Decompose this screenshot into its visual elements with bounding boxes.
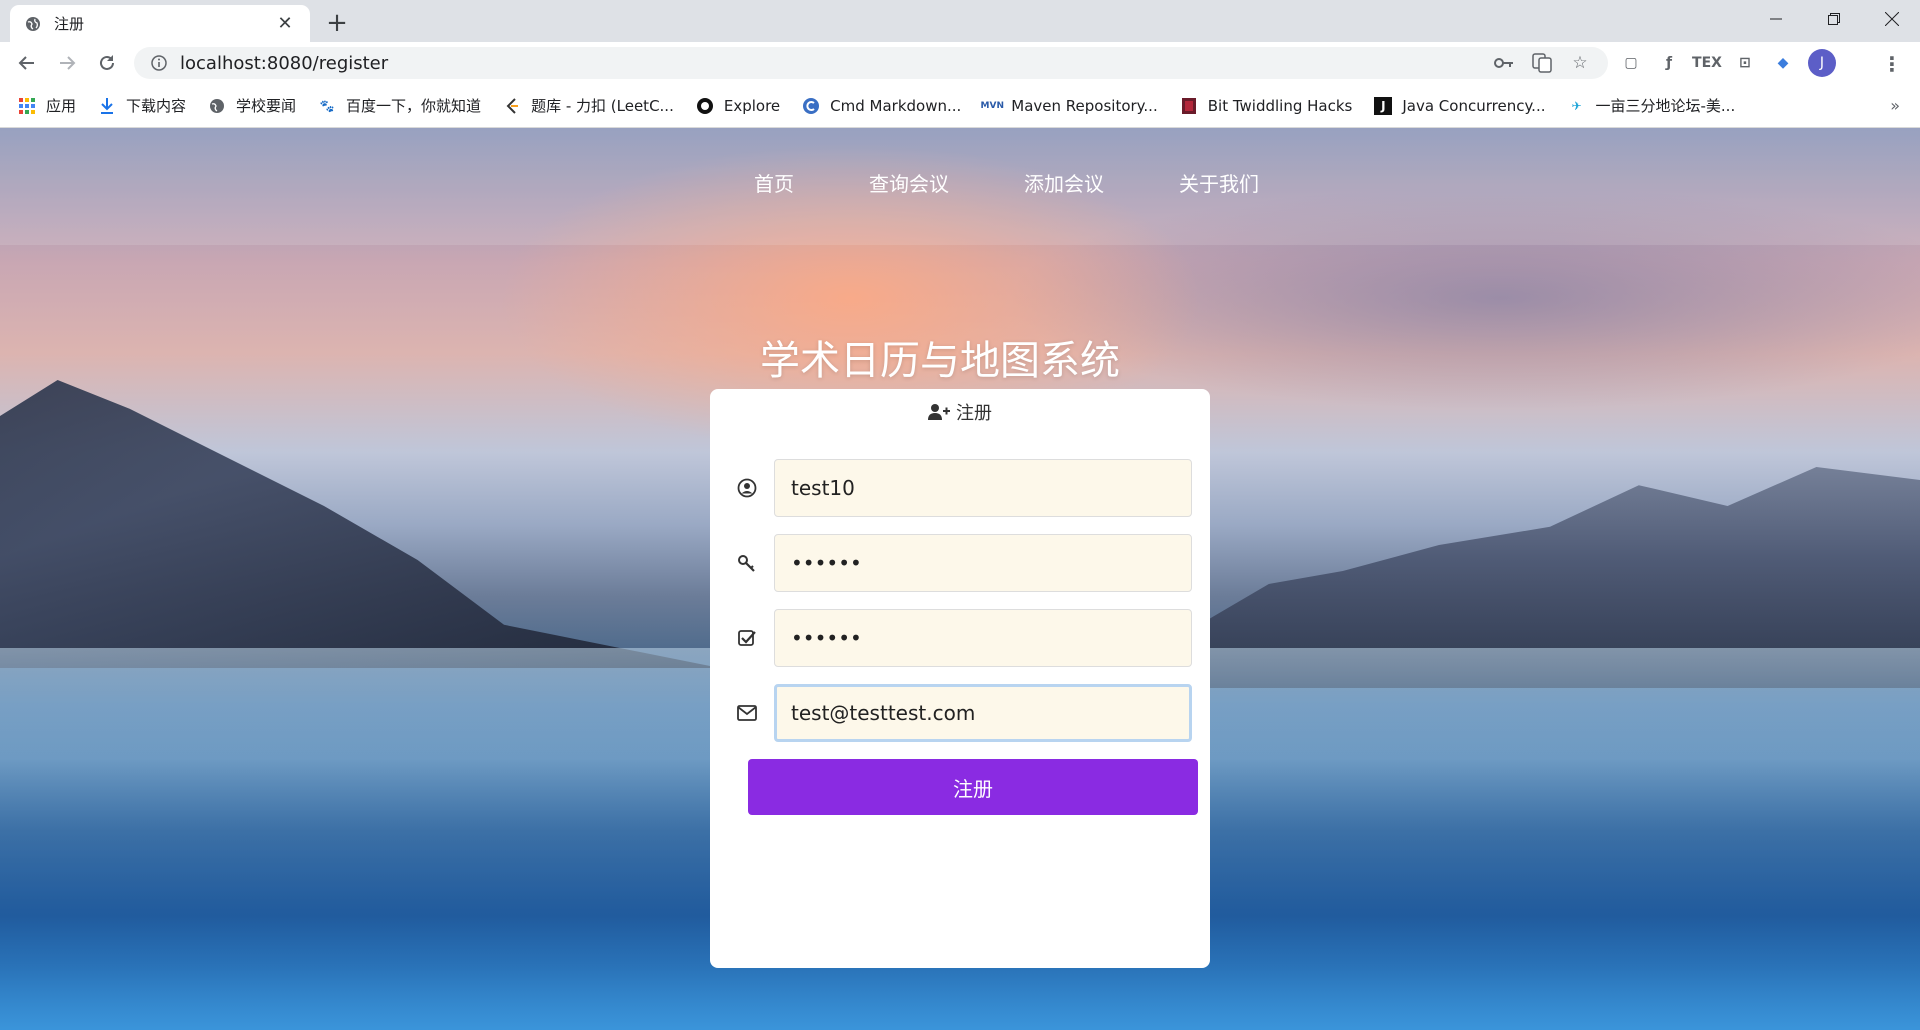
register-submit-button[interactable]: 注册 <box>748 759 1198 815</box>
username-input[interactable] <box>774 459 1192 517</box>
browser-tab[interactable]: 注册 ✕ <box>10 5 310 42</box>
extension-console-icon[interactable]: ⊡ <box>1732 50 1758 76</box>
bookmark-item[interactable]: Bit Twiddling Hacks <box>1180 96 1353 115</box>
key-icon <box>736 552 758 574</box>
site-info-icon[interactable] <box>150 54 168 72</box>
bookmark-label: Bit Twiddling Hacks <box>1207 96 1353 115</box>
reload-button[interactable] <box>92 48 122 78</box>
baidu-paw-icon: 🐾 <box>319 98 335 113</box>
user-circle-icon <box>736 477 758 499</box>
user-plus-icon <box>928 403 950 421</box>
j-icon: J <box>1374 96 1393 115</box>
bookmarks-bar: 应用 下载内容 学校要闻 🐾 百度一下，你就知道 题库 - 力扣 (LeetC.… <box>0 84 1920 128</box>
page-background: 首页 查询会议 添加会议 关于我们 学术日历与地图系统 注册 test10 te… <box>0 128 1920 1030</box>
github-icon <box>696 97 714 115</box>
email-input[interactable] <box>774 684 1192 742</box>
bookmark-label: 一亩三分地论坛-美... <box>1595 97 1736 115</box>
bookmark-label: 下载内容 <box>126 97 187 115</box>
extension-cap-icon[interactable]: ◆ <box>1770 50 1796 76</box>
bookmark-item[interactable]: Explore <box>696 97 780 115</box>
nav-link-query[interactable]: 查询会议 <box>869 168 949 197</box>
bookmarks-overflow-icon[interactable]: » <box>1890 96 1900 115</box>
new-tab-button[interactable]: + <box>322 8 352 38</box>
apps-grid-icon <box>18 97 36 115</box>
site-title: 学术日历与地图系统 <box>760 338 1120 384</box>
password-input[interactable] <box>774 534 1192 592</box>
email-row <box>736 684 1192 742</box>
bookmark-label: Maven Repository... <box>1011 96 1158 115</box>
minimize-window-button[interactable] <box>1748 0 1804 38</box>
bookmark-label: Java Concurrency... <box>1402 96 1546 115</box>
cmd-markdown-icon <box>802 97 820 115</box>
register-card-title: 注册 <box>956 403 992 424</box>
site-title-wrapper: 学术日历与地图系统 <box>0 328 1920 386</box>
translate-icon[interactable] <box>1530 51 1554 75</box>
tab-title: 注册 <box>54 15 85 33</box>
register-card-header: 注册 <box>710 399 1210 425</box>
close-tab-icon[interactable]: ✕ <box>274 13 296 35</box>
nav-link-about[interactable]: 关于我们 <box>1179 168 1259 197</box>
password-row <box>736 534 1192 592</box>
close-window-button[interactable] <box>1864 0 1920 38</box>
restore-window-button[interactable] <box>1806 0 1862 38</box>
bookmark-item[interactable]: Cmd Markdown... <box>802 97 961 115</box>
bookmark-item[interactable]: 🐾 百度一下，你就知道 <box>318 95 482 116</box>
bookmark-label: 学校要闻 <box>236 97 297 115</box>
browser-tabstrip: 注册 ✕ + <box>0 0 1920 42</box>
check-square-icon <box>736 627 758 649</box>
bookmark-item[interactable]: ✈ 一亩三分地论坛-美... <box>1568 95 1736 116</box>
bookmark-label: 百度一下，你就知道 <box>346 97 482 115</box>
download-icon <box>98 97 116 115</box>
bookmark-item[interactable]: MVN Maven Repository... <box>980 96 1158 115</box>
register-card: 注册 注册 <box>710 389 1210 968</box>
forward-button[interactable] <box>52 48 82 78</box>
bookmark-item[interactable]: 学校要闻 <box>208 95 296 116</box>
bookmark-item[interactable]: 题库 - 力扣 (LeetC... <box>503 95 674 116</box>
bookmark-label: Cmd Markdown... <box>830 96 962 115</box>
browser-menu-icon[interactable]: ⋮ <box>1880 52 1904 76</box>
mvn-icon: MVN <box>980 100 1005 111</box>
forum-icon: ✈ <box>1571 98 1582 113</box>
url-text: localhost:8080/register <box>180 52 389 74</box>
globe-icon <box>208 97 226 115</box>
bookmark-item[interactable]: 应用 <box>18 95 76 116</box>
extension-formula-icon[interactable]: ƒ <box>1656 50 1682 76</box>
confirm-password-input[interactable] <box>774 609 1192 667</box>
globe-icon <box>24 15 42 33</box>
site-navbar: 首页 查询会议 添加会议 关于我们 <box>0 128 1920 245</box>
address-bar[interactable]: localhost:8080/register ☆ <box>134 47 1608 79</box>
bookmark-star-icon[interactable]: ☆ <box>1568 51 1592 75</box>
nav-link-home[interactable]: 首页 <box>754 168 794 197</box>
leetcode-icon <box>503 97 521 115</box>
extension-tex-icon[interactable]: TEX <box>1692 50 1722 76</box>
bookmark-item[interactable]: 下载内容 <box>98 95 186 116</box>
envelope-icon <box>736 702 758 724</box>
bookmark-label: 应用 <box>46 97 77 115</box>
bookmark-label: Explore <box>723 96 781 115</box>
back-button[interactable] <box>12 48 42 78</box>
browser-toolbar: localhost:8080/register ☆ ▢ ƒ TEX ⊡ ◆ J … <box>0 42 1920 84</box>
username-row <box>736 459 1192 517</box>
extension-pocket-icon[interactable]: ▢ <box>1618 50 1644 76</box>
confirm-password-row <box>736 609 1192 667</box>
bookmark-label: 题库 - 力扣 (LeetC... <box>531 97 674 115</box>
nav-link-add[interactable]: 添加会议 <box>1024 168 1104 197</box>
bookmark-item[interactable]: J Java Concurrency... <box>1374 96 1546 115</box>
profile-avatar[interactable]: J <box>1808 49 1836 77</box>
key-icon[interactable] <box>1492 51 1516 75</box>
bit-twiddling-icon <box>1180 97 1198 115</box>
